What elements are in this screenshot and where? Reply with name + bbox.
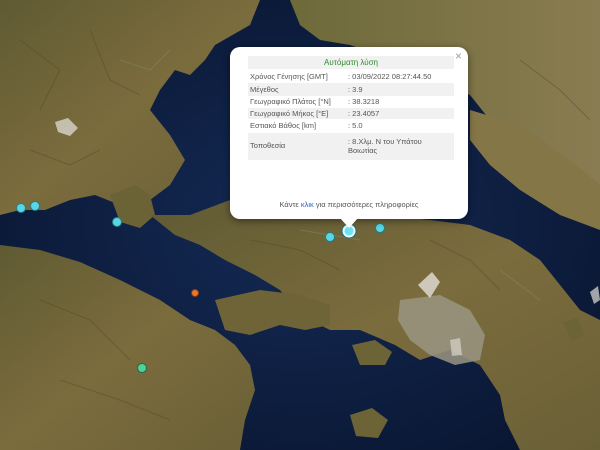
info-value: : 5.0: [348, 121, 363, 130]
info-label: Γεωγραφικό Μήκος [°E]: [250, 108, 329, 118]
info-row-location: Τοποθεσία : 8.Χλμ. N του Υπάτου Βοιωτίας: [248, 132, 454, 160]
info-value: : 8.Χλμ. N του Υπάτου Βοιωτίας: [348, 136, 422, 156]
earthquake-marker[interactable]: [325, 232, 335, 242]
info-label: Χρόνος Γένησης [GMT]: [250, 72, 328, 81]
footer-text-before: Κάντε: [279, 200, 301, 209]
earthquake-marker-recent[interactable]: [191, 289, 199, 297]
info-label: Εστιακό Βάθος [km]: [250, 121, 317, 130]
map-view[interactable]: × Αυτόματη λύση Χρόνος Γένησης [GMT] : 0…: [0, 0, 600, 450]
info-label: Μέγεθος: [250, 84, 279, 94]
popup-footer: Κάντε κλικ για περισσότερες πληροφορίες: [230, 200, 468, 209]
more-info-link[interactable]: κλικ: [301, 200, 314, 209]
info-row-magnitude: Μέγεθος : 3.9: [248, 82, 454, 96]
info-label: Τοποθεσία: [250, 140, 286, 150]
info-row-origin-time: Χρόνος Γένησης [GMT] : 03/09/2022 08:27:…: [248, 71, 454, 83]
earthquake-marker[interactable]: [375, 223, 385, 233]
close-icon[interactable]: ×: [455, 49, 462, 63]
earthquake-marker[interactable]: [16, 203, 26, 213]
earthquake-marker[interactable]: [112, 217, 122, 227]
info-table: Χρόνος Γένησης [GMT] : 03/09/2022 08:27:…: [248, 71, 454, 160]
earthquake-info-popup: × Αυτόματη λύση Χρόνος Γένησης [GMT] : 0…: [230, 47, 468, 228]
info-label: Γεωγραφικό Πλάτος [°N]: [250, 97, 331, 106]
info-row-depth: Εστιακό Βάθος [km] : 5.0: [248, 119, 454, 133]
info-value: : 23.4057: [348, 108, 380, 118]
info-row-latitude: Γεωγραφικό Πλάτος [°N] : 38.3218: [248, 96, 454, 108]
popup-title: Αυτόματη λύση: [248, 56, 454, 69]
info-value: : 38.3218: [348, 97, 380, 106]
info-value: : 3.9: [348, 84, 363, 94]
earthquake-marker-old[interactable]: [137, 363, 147, 373]
popup-pointer: [340, 218, 358, 228]
footer-text-after: για περισσότερες πληροφορίες: [313, 200, 419, 209]
info-value: : 03/09/2022 08:27:44.50: [348, 72, 432, 81]
info-row-longitude: Γεωγραφικό Μήκος [°E] : 23.4057: [248, 107, 454, 119]
earthquake-marker[interactable]: [30, 201, 40, 211]
